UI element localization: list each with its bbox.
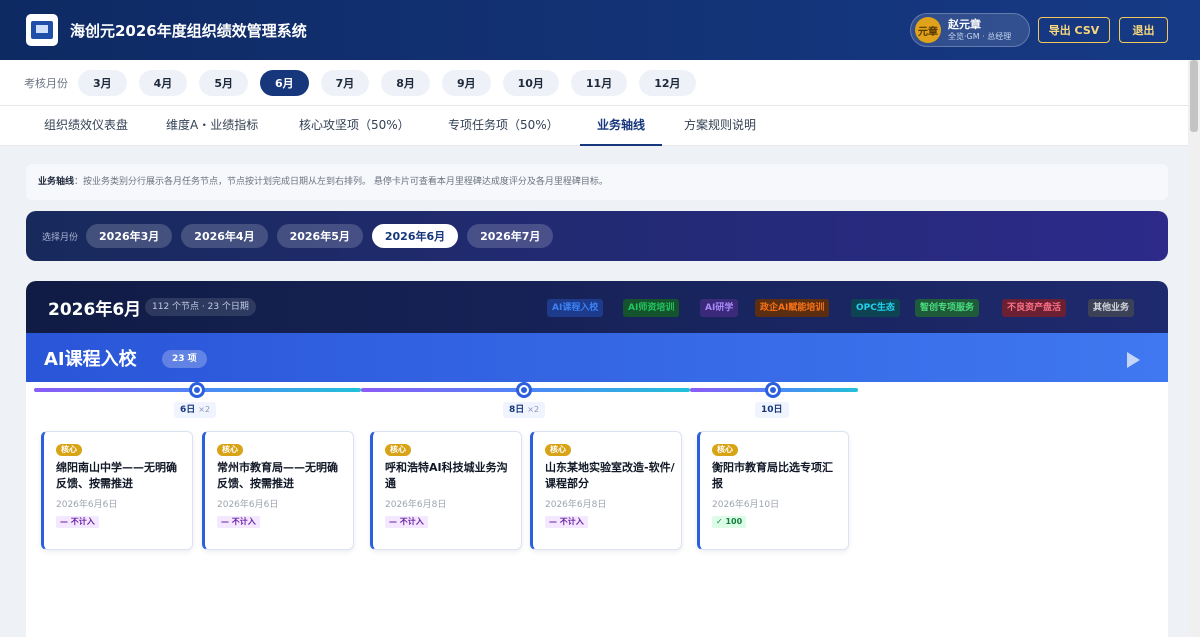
- avatar: 元章: [915, 17, 941, 43]
- legend-bad-assets[interactable]: 不良资产盘活: [1002, 299, 1067, 317]
- task-card[interactable]: 核心 呼和浩特AI科技城业务沟通 2026年6月8日 — 不计入: [370, 431, 522, 550]
- logout-button[interactable]: 退出: [1119, 17, 1168, 43]
- timeline-node[interactable]: [189, 382, 205, 398]
- legend-ai-course[interactable]: AI课程入校: [547, 299, 604, 317]
- tab-dashboard[interactable]: 组织绩效仪表盘: [44, 106, 128, 146]
- card-title: 山东某地实验室改造-软件/课程部分: [545, 461, 675, 490]
- user-chip[interactable]: 元章 赵元章 全览·GM · 总经理: [910, 13, 1030, 47]
- month-pill[interactable]: 4月: [138, 69, 188, 96]
- card-date: 2026年6月10日: [712, 500, 780, 510]
- card-title: 绵阳南山中学——无明确反馈、按需推进: [56, 461, 177, 490]
- core-tag: 核心: [217, 444, 243, 456]
- core-tag: 核心: [545, 444, 571, 456]
- date-multiplier: ×2: [527, 405, 540, 414]
- task-card[interactable]: 核心 衡阳市教育局比选专项汇报 2026年6月10日 ✓ 100: [697, 431, 849, 550]
- info-note: 业务轴线：按业务类别分行展示各月任务节点，节点按计划完成日期从左到右排列。 悬停…: [26, 164, 1168, 200]
- tab-rules[interactable]: 方案规则说明: [684, 106, 756, 146]
- card-title: 衡阳市教育局比选专项汇报: [712, 461, 833, 490]
- timeline-panel: 2026年6月 112 个节点 · 23 个日期 AI课程入校 AI师资培训 A…: [26, 281, 1168, 637]
- date-day: 10日: [761, 405, 783, 415]
- date-day: 6日: [180, 405, 196, 415]
- month-selector-pill[interactable]: 2026年5月: [276, 224, 363, 248]
- app-logo-icon: [26, 14, 58, 46]
- card-title: 呼和浩特AI科技城业务沟通: [385, 461, 508, 490]
- user-role: 全览·GM · 总经理: [948, 31, 1012, 41]
- legend-other[interactable]: 其他业务: [1088, 299, 1135, 317]
- tab-bar: 组织绩效仪表盘 维度A・业绩指标 核心攻坚项（50%） 专项任务项（50%） 业…: [0, 106, 1188, 146]
- month-nav-label: 考核月份: [24, 76, 68, 90]
- note-text: ：按业务类别分行展示各月任务节点，节点按计划完成日期从左到右排列。 悬停卡片可查…: [74, 177, 608, 187]
- card-date: 2026年6月8日: [545, 500, 607, 510]
- month-selector-pill[interactable]: 2026年4月: [181, 224, 268, 248]
- timeline-date-label: 10日: [755, 402, 789, 418]
- month-pill[interactable]: 9月: [441, 69, 491, 96]
- core-tag: 核心: [385, 444, 411, 456]
- month-selector-pill[interactable]: 2026年7月: [467, 224, 554, 248]
- date-day: 8日: [509, 405, 525, 415]
- page-scrollbar[interactable]: [1188, 60, 1200, 637]
- task-card[interactable]: 核心 绵阳南山中学——无明确反馈、按需推进 2026年6月6日 — 不计入: [41, 431, 193, 550]
- task-card[interactable]: 核心 常州市教育局——无明确反馈、按需推进 2026年6月6日 — 不计入: [202, 431, 354, 550]
- legend-ai-study[interactable]: AI研学: [700, 299, 739, 317]
- tab-core-tasks[interactable]: 核心攻坚项（50%）: [299, 106, 410, 146]
- panel-header: 2026年6月 112 个节点 · 23 个日期 AI课程入校 AI师资培训 A…: [26, 281, 1168, 333]
- timeline-node[interactable]: [765, 382, 781, 398]
- month-pill-active[interactable]: 6月: [259, 69, 309, 96]
- panel-title: 2026年6月: [48, 300, 142, 320]
- core-tag: 核心: [56, 444, 82, 456]
- tab-dimension-a[interactable]: 维度A・业绩指标: [166, 106, 258, 146]
- card-date: 2026年6月8日: [385, 500, 447, 510]
- timeline-node[interactable]: [516, 382, 532, 398]
- timeline-date-label: 6日 ×2: [174, 402, 217, 418]
- card-status-badge: — 不计入: [217, 516, 260, 528]
- card-date: 2026年6月6日: [56, 500, 118, 510]
- month-pill[interactable]: 7月: [320, 69, 370, 96]
- user-name: 赵元章: [948, 17, 981, 31]
- note-title: 业务轴线: [38, 177, 75, 187]
- month-selector-pill[interactable]: 2026年3月: [86, 224, 173, 248]
- card-date: 2026年6月6日: [217, 500, 279, 510]
- month-pill[interactable]: 3月: [78, 69, 127, 96]
- panel-stats: 112 个节点 · 23 个日期: [145, 298, 256, 316]
- date-multiplier: ×2: [198, 405, 211, 414]
- month-selector-label: 选择月份: [42, 232, 79, 243]
- card-title: 常州市教育局——无明确反馈、按需推进: [217, 461, 338, 490]
- timeline-date-label: 8日 ×2: [503, 402, 546, 418]
- task-card[interactable]: 核心 山东某地实验室改造-软件/课程部分 2026年6月8日 — 不计入: [530, 431, 682, 550]
- core-tag: 核心: [712, 444, 738, 456]
- category-band: AI课程入校 23 项: [26, 333, 1168, 382]
- app-title: 海创元2026年度组织绩效管理系统: [70, 21, 307, 40]
- play-icon[interactable]: [1127, 352, 1140, 368]
- tab-special-tasks[interactable]: 专项任务项（50%）: [448, 106, 559, 146]
- month-pill[interactable]: 8月: [381, 69, 430, 96]
- export-csv-button[interactable]: 导出 CSV: [1038, 17, 1110, 43]
- scrollbar-thumb[interactable]: [1190, 60, 1198, 132]
- category-title: AI课程入校: [44, 349, 137, 370]
- month-selector-pill-active[interactable]: 2026年6月: [371, 224, 459, 248]
- month-pill[interactable]: 11月: [570, 69, 628, 96]
- month-pill[interactable]: 10月: [502, 69, 559, 96]
- card-status-badge: — 不计入: [56, 516, 99, 528]
- month-selector: 选择月份 2026年3月 2026年4月 2026年5月 2026年6月 202…: [26, 211, 1168, 261]
- month-pill[interactable]: 12月: [639, 69, 696, 96]
- legend-gov-training[interactable]: 政企AI赋能培训: [755, 299, 830, 317]
- card-status-badge: — 不计入: [545, 516, 588, 528]
- card-status-badge: ✓ 100: [712, 516, 747, 528]
- card-status-badge: — 不计入: [385, 516, 428, 528]
- month-nav: 考核月份 3月 4月 5月 6月 7月 8月 9月 10月 11月 12月: [0, 60, 1188, 106]
- legend-ai-teacher[interactable]: AI师资培训: [623, 299, 680, 317]
- category-count: 23 项: [162, 350, 207, 368]
- tab-business-timeline[interactable]: 业务轴线: [580, 106, 662, 146]
- legend-opc[interactable]: OPC生态: [851, 299, 900, 317]
- legend-smart-service[interactable]: 智创专项服务: [915, 299, 980, 317]
- month-pill[interactable]: 5月: [199, 69, 248, 96]
